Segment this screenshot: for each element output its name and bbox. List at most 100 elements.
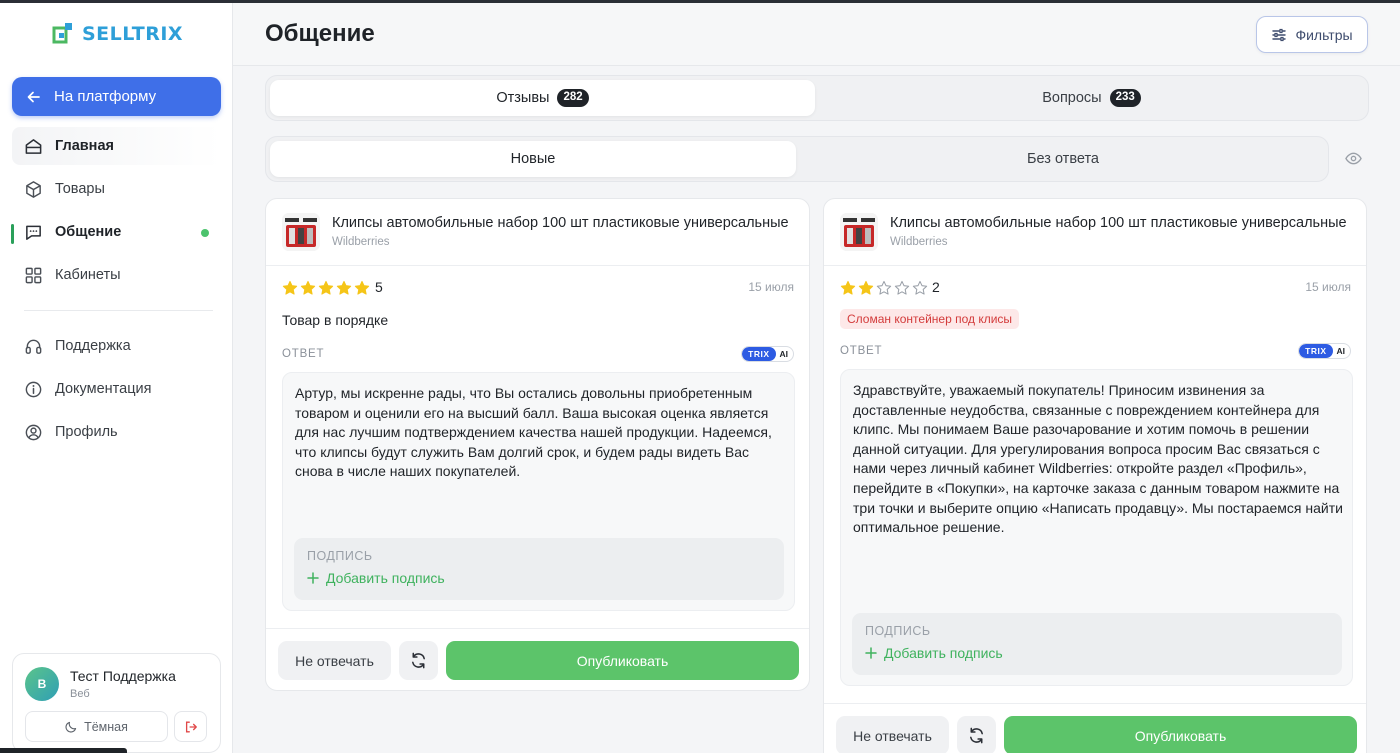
product-image[interactable] bbox=[840, 213, 878, 251]
back-to-platform-button[interactable]: На платформу bbox=[12, 77, 221, 116]
add-signature-button[interactable]: Добавить подпись bbox=[865, 645, 1003, 661]
star-filled-icon bbox=[858, 280, 874, 295]
tab-label: Отзывы bbox=[496, 90, 550, 106]
moon-icon bbox=[65, 721, 77, 733]
sidebar-item-docs[interactable]: Документация bbox=[12, 370, 221, 408]
marketplace-name: Wildberries bbox=[890, 236, 948, 248]
sidebar-divider bbox=[24, 310, 213, 311]
sub-tabs: Новые Без ответа bbox=[265, 136, 1329, 182]
trix-label: TRIX bbox=[742, 347, 776, 361]
sidebar-item-label: Поддержка bbox=[55, 338, 131, 354]
sidebar-item-home[interactable]: Главная bbox=[12, 127, 221, 165]
signature-label: ПОДПИСЬ bbox=[307, 549, 373, 563]
info-icon bbox=[25, 381, 42, 397]
regenerate-button[interactable] bbox=[399, 641, 438, 680]
answer-textarea[interactable]: Здравствуйте, уважаемый покупатель! Прин… bbox=[840, 369, 1353, 686]
star-empty-icon bbox=[894, 280, 910, 295]
tab-questions[interactable]: Вопросы 233 bbox=[819, 80, 1364, 116]
arrow-left-icon bbox=[27, 91, 40, 102]
user-name: Тест Поддержка bbox=[70, 668, 176, 684]
rating-stars bbox=[282, 280, 370, 296]
product-thumbnail-icon bbox=[282, 213, 320, 251]
sidebar-item-products[interactable]: Товары bbox=[12, 170, 221, 208]
main-tabs: Отзывы 282 Вопросы 233 bbox=[265, 75, 1369, 121]
signature-label: ПОДПИСЬ bbox=[865, 624, 931, 638]
answer-text[interactable]: Артур, мы искренне рады, что Вы остались… bbox=[295, 384, 785, 482]
card-divider bbox=[266, 265, 809, 266]
notification-dot bbox=[201, 229, 209, 237]
theme-toggle-button[interactable]: Тёмная bbox=[25, 711, 168, 742]
star-filled-icon bbox=[354, 280, 370, 295]
signature-box: ПОДПИСЬ Добавить подпись bbox=[852, 613, 1342, 675]
logout-button[interactable] bbox=[174, 711, 207, 742]
regenerate-button[interactable] bbox=[957, 716, 996, 753]
star-filled-icon bbox=[300, 280, 316, 295]
sidebar-item-communication[interactable]: Общение bbox=[12, 213, 221, 251]
review-date: 15 июля bbox=[1305, 280, 1351, 294]
user-card: В Тест Поддержка Веб Тёмная bbox=[12, 653, 221, 753]
logout-icon bbox=[185, 721, 197, 732]
answer-textarea[interactable]: Артур, мы искренне рады, что Вы остались… bbox=[282, 372, 795, 611]
taskbar-fragment bbox=[0, 748, 127, 753]
sidebar-item-cabinets[interactable]: Кабинеты bbox=[12, 256, 221, 294]
star-empty-icon bbox=[876, 280, 892, 295]
ai-label: AI bbox=[779, 349, 789, 359]
publish-button[interactable]: Опубликовать bbox=[446, 641, 799, 680]
logo[interactable]: SELLTRIX bbox=[52, 22, 183, 46]
grid-icon bbox=[25, 267, 42, 283]
count-badge: 233 bbox=[1109, 89, 1141, 107]
rating-stars bbox=[840, 280, 928, 296]
publish-button[interactable]: Опубликовать bbox=[1004, 716, 1357, 753]
product-image[interactable] bbox=[282, 213, 320, 251]
card-divider bbox=[824, 265, 1366, 266]
product-title[interactable]: Клипсы автомобильные набор 100 шт пласти… bbox=[332, 215, 789, 231]
window-top-border bbox=[0, 0, 1400, 3]
add-signature-button[interactable]: Добавить подпись bbox=[307, 570, 445, 586]
trix-label: TRIX bbox=[1299, 344, 1333, 358]
tab-reviews[interactable]: Отзывы 282 bbox=[270, 80, 815, 116]
logo-text: SELLTRIX bbox=[82, 23, 184, 45]
add-signature-label: Добавить подпись bbox=[884, 645, 1003, 661]
trix-ai-badge[interactable]: TRIX AI bbox=[741, 346, 794, 362]
box-icon bbox=[26, 180, 41, 198]
rating-value: 2 bbox=[932, 279, 940, 295]
theme-toggle-label: Тёмная bbox=[84, 719, 128, 734]
skip-button[interactable]: Не отвечать bbox=[278, 641, 391, 680]
answer-label: ОТВЕТ bbox=[282, 348, 325, 360]
skip-button[interactable]: Не отвечать bbox=[836, 716, 949, 753]
answer-text[interactable]: Здравствуйте, уважаемый покупатель! Прин… bbox=[853, 381, 1343, 538]
tab-unanswered[interactable]: Без ответа bbox=[800, 141, 1326, 177]
signature-box: ПОДПИСЬ Добавить подпись bbox=[294, 538, 784, 600]
actions-divider bbox=[824, 703, 1366, 704]
review-text: Товар в порядке bbox=[282, 312, 389, 328]
count-badge: 282 bbox=[557, 89, 589, 107]
page-title: Общение bbox=[265, 20, 375, 47]
plus-icon bbox=[865, 647, 877, 659]
sidebar-item-label: Товары bbox=[55, 181, 105, 197]
tab-label: Без ответа bbox=[1027, 151, 1099, 167]
actions-divider bbox=[266, 628, 809, 629]
refresh-icon bbox=[412, 652, 425, 669]
star-empty-icon bbox=[912, 280, 928, 295]
product-title[interactable]: Клипсы автомобильные набор 100 шт пласти… bbox=[890, 215, 1347, 231]
star-filled-icon bbox=[318, 280, 334, 295]
star-filled-icon bbox=[840, 280, 856, 295]
sidebar-item-support[interactable]: Поддержка bbox=[12, 327, 221, 365]
rating-value: 5 bbox=[375, 279, 383, 295]
sidebar-item-label: Общение bbox=[55, 224, 122, 240]
eye-icon[interactable] bbox=[1345, 151, 1362, 166]
review-card: Клипсы автомобильные набор 100 шт пласти… bbox=[823, 198, 1367, 753]
sidebar: SELLTRIX На платформу Главная Товары Общ… bbox=[0, 3, 233, 753]
filters-label: Фильтры bbox=[1295, 26, 1353, 43]
filters-button[interactable]: Фильтры bbox=[1256, 16, 1368, 53]
add-signature-label: Добавить подпись bbox=[326, 570, 445, 586]
tab-new[interactable]: Новые bbox=[270, 141, 796, 177]
trix-ai-badge[interactable]: TRIX AI bbox=[1298, 343, 1351, 359]
sidebar-item-profile[interactable]: Профиль bbox=[12, 413, 221, 451]
sliders-icon bbox=[1272, 28, 1287, 41]
review-date: 15 июля bbox=[748, 280, 794, 294]
review-card: Клипсы автомобильные набор 100 шт пласти… bbox=[265, 198, 810, 691]
avatar[interactable]: В bbox=[25, 667, 59, 701]
tab-label: Новые bbox=[510, 151, 556, 167]
headset-icon bbox=[25, 339, 42, 354]
